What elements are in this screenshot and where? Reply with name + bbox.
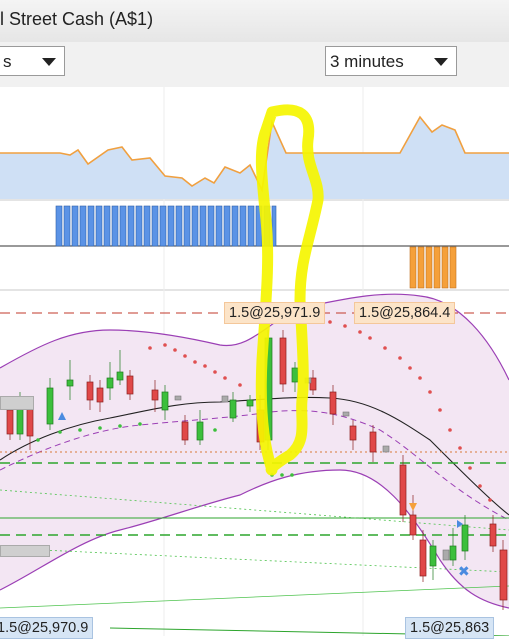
cross-marker-icon: ✖: [458, 564, 470, 580]
chart-toolbar: s 3 minutes: [0, 42, 509, 88]
chart-type-select[interactable]: s: [0, 46, 65, 76]
price-tag-1: 1.5@25,971.9: [224, 302, 326, 324]
interval-value: 3 minutes: [330, 52, 404, 71]
price-chart[interactable]: ✖: [0, 87, 509, 636]
scroll-handle-upper[interactable]: [0, 396, 34, 410]
chart-type-value: s: [3, 52, 12, 71]
window-title: l Street Cash (A$1): [0, 9, 154, 29]
volume-bars-blue: [55, 205, 277, 247]
chevron-down-icon: [42, 58, 56, 66]
interval-select[interactable]: 3 minutes: [325, 46, 457, 76]
scroll-handle-lower[interactable]: [0, 545, 50, 557]
chevron-down-icon: [434, 58, 448, 66]
price-tag-2: 1.5@25,864.4: [354, 302, 456, 324]
title-bar: l Street Cash (A$1): [0, 0, 509, 43]
